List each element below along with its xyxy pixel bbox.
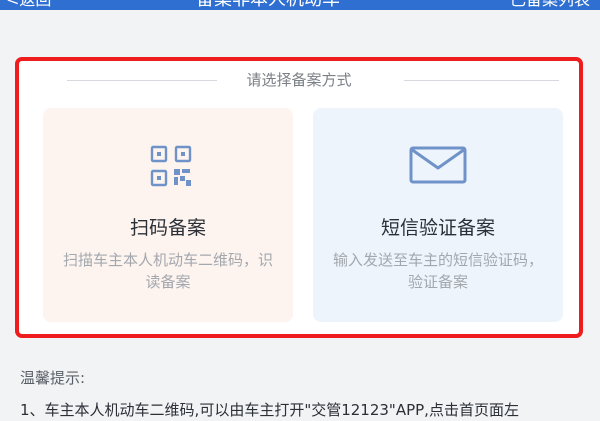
scan-code-filing-description: 扫描车主本人机动车二维码，识读备案 [62, 251, 273, 291]
filed-list-link[interactable]: 已备案列表 [510, 0, 590, 9]
qr-code-icon [150, 145, 192, 187]
scan-code-filing-title: 扫码备案 [129, 217, 206, 239]
scan-code-filing-card[interactable]: 扫码备案 扫描车主本人机动车二维码，识读备案 [43, 108, 293, 322]
filing-method-prompt-row: 请选择备案方式 [19, 69, 579, 93]
filing-method-panel: 请选择备案方式 扫码备案 扫描车主本人机动车二维码，识读备案 短信验证备案 输入… [15, 57, 583, 338]
sms-verification-filing-card[interactable]: 短信验证备案 输入发送至车主的短信验证码，验证备案 [313, 108, 563, 322]
tip-item: 1、车主本人机动车二维码,可以由车主打开"交管12123"APP,点击首页面左 [20, 401, 519, 419]
top-app-bar: <返回 备案非本人机动车 已备案列表 [0, 0, 600, 10]
envelope-icon [409, 146, 467, 184]
back-button[interactable]: <返回 [6, 0, 51, 9]
divider-right [404, 80, 559, 81]
tips-title: 温馨提示: [20, 369, 86, 387]
page-title: 备案非本人机动车 [196, 0, 340, 9]
sms-verification-filing-title: 短信验证备案 [380, 217, 495, 239]
sms-verification-filing-description: 输入发送至车主的短信验证码，验证备案 [332, 251, 543, 291]
